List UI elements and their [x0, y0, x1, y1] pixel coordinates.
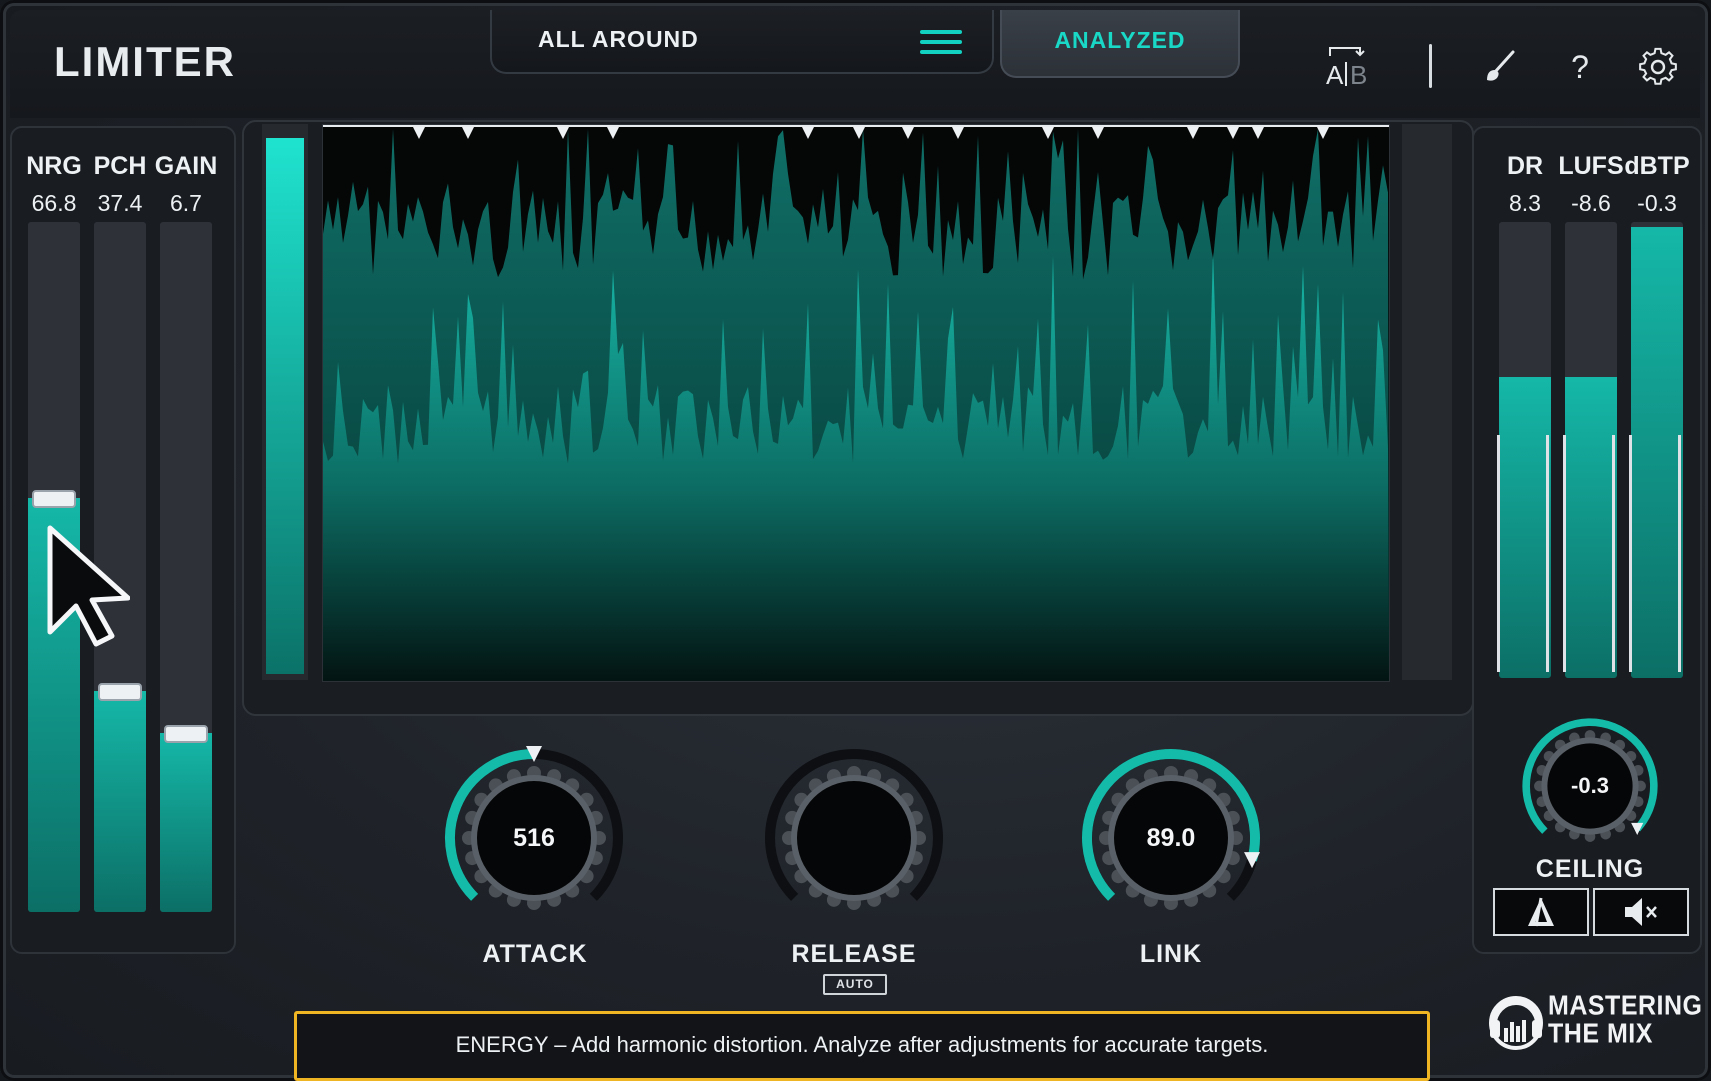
preset-selector[interactable]: ALL AROUND [490, 10, 994, 74]
input-meter [262, 124, 308, 680]
ab-label-b: B [1350, 60, 1367, 90]
status-message: ENERGY – Add harmonic distortion. Analyz… [294, 1011, 1430, 1081]
knob-release-value [754, 738, 954, 938]
link-knob[interactable]: 89.0 [1071, 738, 1271, 938]
delta-icon [1528, 897, 1554, 927]
ab-compare-icon: A B [1326, 47, 1367, 90]
right-dbtp-value: -0.3 [1637, 190, 1677, 216]
peak-markers [413, 127, 1329, 139]
release-knob[interactable] [754, 738, 954, 938]
right-dbtp-target-range [1629, 434, 1681, 672]
waveform-svg [323, 125, 1389, 681]
release-label: RELEASE [791, 940, 917, 968]
ceiling-knob[interactable]: -0.3 [1514, 710, 1666, 862]
brush-button[interactable] [1477, 44, 1523, 90]
cursor-arrow-icon [47, 525, 130, 647]
knob-ceiling-value: -0.3 [1571, 773, 1609, 798]
mastering-the-mix-logo: MASTERING THE MIX [1486, 988, 1702, 1054]
knob-attack-value: 516 [513, 823, 555, 852]
logo-line-2: THE MIX [1548, 1017, 1653, 1050]
limiter-plugin-window: LIMITER ALL AROUND ANALYZED A B ? NRG 66. [0, 0, 1711, 1081]
right-dbtp-label: dBTP [1624, 152, 1690, 180]
brush-icon [1487, 50, 1515, 81]
left-pch-meter-fill [94, 691, 146, 912]
preset-name: ALL AROUND [538, 26, 699, 52]
headphones-logo-icon [1489, 996, 1543, 1050]
ab-label-a: A [1326, 60, 1344, 90]
delta-button[interactable] [1493, 888, 1589, 936]
help-icon[interactable]: ? [1557, 44, 1603, 90]
plugin-title: LIMITER [54, 38, 236, 85]
mute-icon [1625, 898, 1657, 926]
left-gain-meter-fill [160, 732, 212, 912]
release-auto-button[interactable]: AUTO [823, 974, 887, 995]
knob-link-value: 89.0 [1146, 823, 1196, 852]
logo-line-1: MASTERING [1548, 989, 1703, 1022]
output-meter [1402, 124, 1452, 680]
gear-icon [1639, 47, 1677, 85]
left-gain-slider-thumb[interactable] [164, 724, 208, 743]
left-nrg-slider-thumb[interactable] [32, 490, 76, 508]
input-meter-fill [266, 138, 304, 674]
left-gain-value: 6.7 [170, 190, 202, 216]
right-lufs-target-range [1563, 434, 1615, 672]
ab-compare-button[interactable]: A B [1318, 44, 1374, 90]
limiter-waveform-display [322, 124, 1390, 682]
link-label: LINK [1139, 940, 1203, 968]
left-pch-slider-thumb[interactable] [98, 683, 142, 702]
menu-icon[interactable] [920, 24, 962, 58]
mute-button[interactable] [1593, 888, 1689, 936]
settings-button[interactable] [1635, 44, 1681, 90]
left-gain-meter[interactable] [160, 222, 212, 912]
input-peak-marker [268, 138, 290, 140]
ceiling-label: CEILING [1535, 855, 1645, 883]
analyzed-tab[interactable]: ANALYZED [1000, 10, 1240, 78]
left-gain-label: GAIN [154, 152, 218, 180]
attack-knob[interactable]: 516 [434, 738, 634, 938]
attack-label: ATTACK [482, 940, 588, 968]
right-dr-target-range [1497, 434, 1549, 672]
toolbar-divider [1429, 44, 1432, 88]
